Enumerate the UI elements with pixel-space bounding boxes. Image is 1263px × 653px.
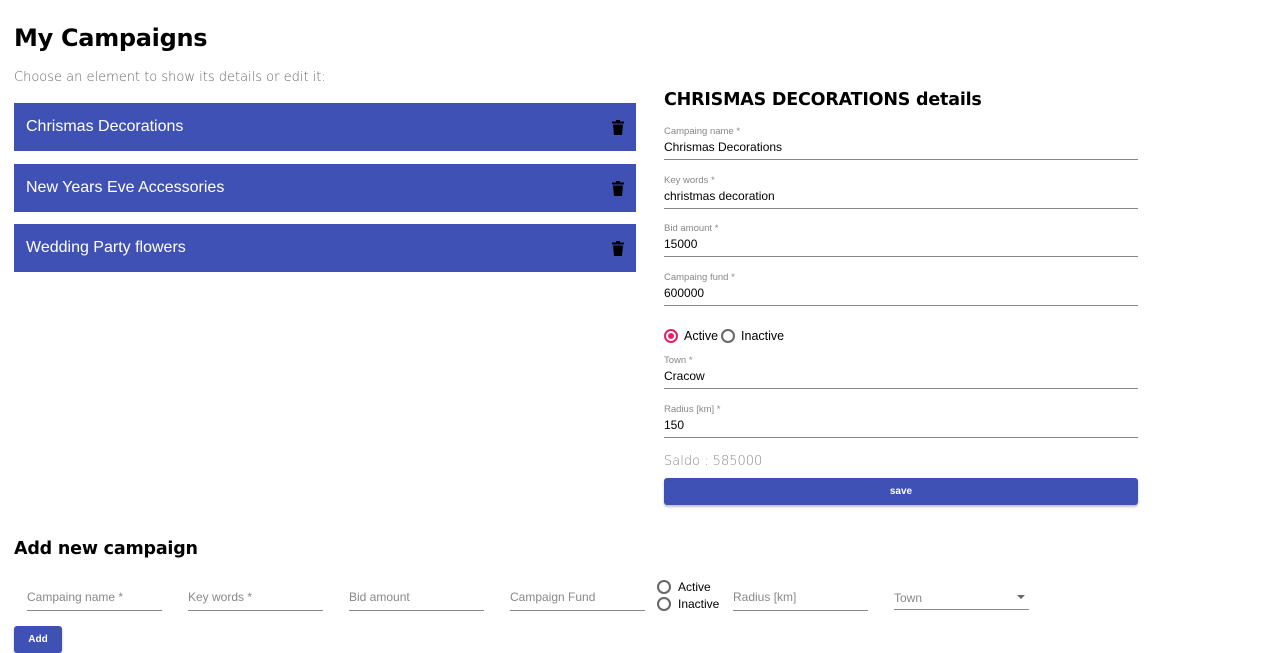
new-campaign-fund-input[interactable] <box>510 585 645 611</box>
new-bid-amount-input[interactable] <box>349 585 484 611</box>
campaign-item-wedding-party[interactable]: Wedding Party flowers <box>14 224 636 272</box>
key-words-input[interactable] <box>664 186 1138 209</box>
save-button[interactable]: save <box>664 478 1138 505</box>
active-radio-label: Active <box>684 329 719 343</box>
bid-amount-input[interactable] <box>664 234 1138 257</box>
new-status-radio-group: Active Inactive <box>657 578 719 612</box>
key-words-label: Key words * <box>664 175 715 186</box>
details-heading: CHRISMAS DECORATIONS details <box>664 90 982 110</box>
campaign-name-input[interactable] <box>664 137 1138 160</box>
new-campaign-name-input[interactable] <box>27 585 162 611</box>
inactive-radio[interactable] <box>721 329 736 343</box>
bid-amount-label: Bid amount * <box>664 223 719 234</box>
campaign-item-chrismas-decorations[interactable]: Chrismas Decorations <box>14 103 636 151</box>
new-key-words-field <box>188 585 323 611</box>
new-bid-amount-field <box>349 585 484 611</box>
status-radio-group: Active Inactive <box>664 329 784 343</box>
new-campaign-name-field <box>27 585 162 611</box>
trash-icon[interactable] <box>612 180 624 196</box>
campaign-name-label: Campaing name * <box>664 126 741 137</box>
campaign-item-label: New Years Eve Accessories <box>26 179 225 196</box>
new-radius-field <box>733 585 868 611</box>
campaign-fund-label: Campaing fund * <box>664 272 735 283</box>
page-subtitle: Choose an element to show its details or… <box>14 70 326 85</box>
page-title: My Campaigns <box>14 24 208 52</box>
new-active-radio-label: Active <box>678 579 711 594</box>
campaign-item-new-years-eve[interactable]: New Years Eve Accessories <box>14 164 636 212</box>
town-field: Town * <box>664 355 1138 389</box>
new-inactive-radio[interactable] <box>657 596 671 611</box>
town-input[interactable] <box>664 366 1138 389</box>
town-label: Town * <box>664 355 693 366</box>
new-active-radio[interactable] <box>657 579 671 594</box>
campaign-item-label: Chrismas Decorations <box>26 118 184 135</box>
new-inactive-radio-label: Inactive <box>678 596 720 611</box>
campaign-fund-input[interactable] <box>664 283 1138 306</box>
active-radio[interactable] <box>664 329 678 343</box>
radius-label: Radius [km] * <box>664 404 721 415</box>
radius-field: Radius [km] * <box>664 404 1138 438</box>
campaign-list: Chrismas Decorations New Years Eve Acces… <box>14 103 636 285</box>
add-button[interactable]: Add <box>14 626 62 653</box>
campaign-fund-field: Campaing fund * <box>664 272 1138 306</box>
add-campaign-heading: Add new campaign <box>14 539 198 559</box>
campaign-name-field: Campaing name * <box>664 126 1138 160</box>
bid-amount-field: Bid amount * <box>664 223 1138 257</box>
radius-input[interactable] <box>664 415 1138 438</box>
new-key-words-input[interactable] <box>188 585 323 611</box>
key-words-field: Key words * <box>664 175 1138 209</box>
town-select[interactable]: Town <box>894 585 1029 610</box>
campaign-item-label: Wedding Party flowers <box>26 239 186 256</box>
new-radius-input[interactable] <box>733 585 868 611</box>
campaign-details-panel: CHRISMAS DECORATIONS details Campaing na… <box>664 90 1138 505</box>
saldo-text: Saldo : 585000 <box>664 454 763 469</box>
inactive-radio-label: Inactive <box>741 329 785 343</box>
new-campaign-fund-field <box>510 585 645 611</box>
dropdown-arrow-icon <box>1017 595 1025 599</box>
town-select-placeholder: Town <box>894 591 923 605</box>
trash-icon[interactable] <box>612 119 624 135</box>
trash-icon[interactable] <box>612 240 624 256</box>
